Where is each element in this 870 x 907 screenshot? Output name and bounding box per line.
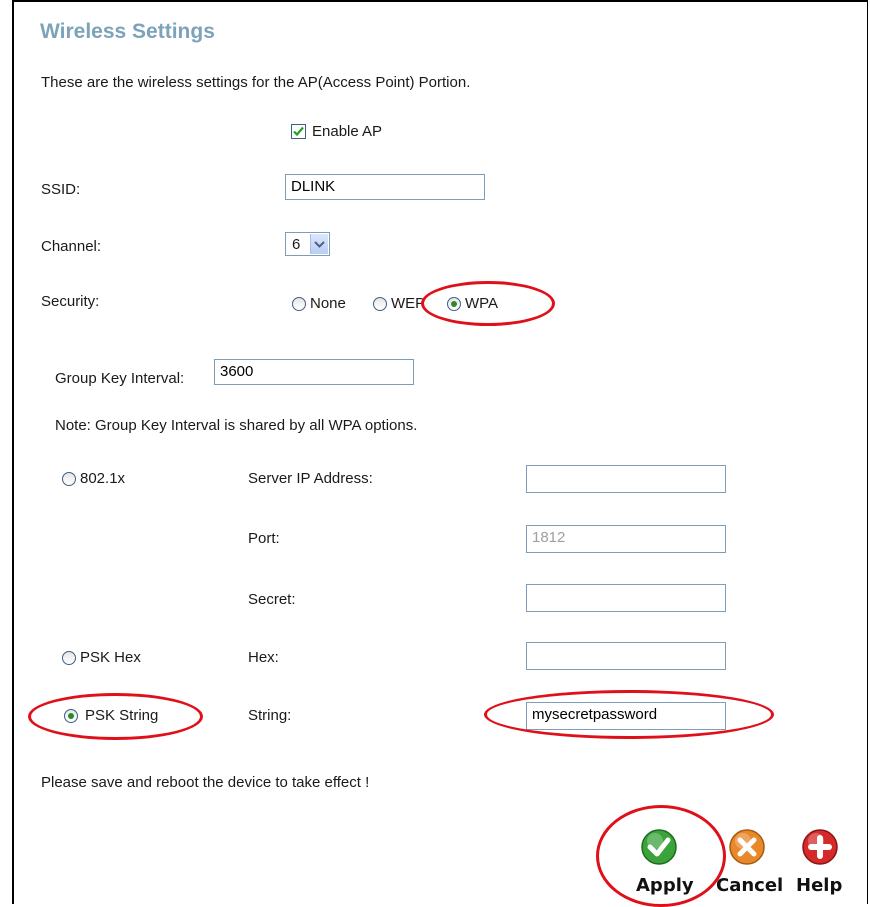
wpa-note: Note: Group Key Interval is shared by al… (55, 417, 418, 434)
mode-psk-string-label: PSK String (85, 707, 159, 724)
page-title: Wireless Settings (40, 20, 215, 43)
cancel-label: Cancel (716, 875, 784, 896)
security-wep-label: WEP (391, 295, 426, 312)
ssid-input[interactable]: DLINK (285, 174, 485, 200)
mode-psk-hex-label: PSK Hex (80, 649, 141, 666)
security-none-label: None (310, 295, 346, 312)
mode-8021x-label: 802.1x (80, 470, 126, 487)
mode-psk-hex-radio[interactable] (62, 651, 76, 665)
string-input[interactable]: mysecretpassword (526, 702, 726, 730)
group-key-label: Group Key Interval: (55, 370, 185, 387)
channel-value: 6 (292, 236, 301, 253)
footer-note: Please save and reboot the device to tak… (41, 774, 370, 791)
chevron-down-icon[interactable] (310, 234, 328, 254)
apply-label: Apply (636, 875, 694, 896)
page-description: These are the wireless settings for the … (41, 74, 471, 91)
channel-label: Channel: (41, 238, 102, 255)
check-circle-icon (641, 829, 677, 865)
server-ip-input[interactable] (526, 465, 726, 493)
help-button[interactable]: Help (796, 820, 846, 900)
ssid-label: SSID: (41, 181, 81, 198)
port-label: Port: (248, 530, 280, 547)
mode-psk-string-radio[interactable] (64, 709, 78, 723)
enable-ap-checkbox[interactable] (291, 124, 306, 139)
help-label: Help (796, 875, 843, 896)
group-key-input[interactable]: 3600 (214, 359, 414, 385)
hex-input[interactable] (526, 642, 726, 670)
secret-label: Secret: (248, 591, 296, 608)
channel-select[interactable]: 6 (285, 232, 330, 256)
secret-input[interactable] (526, 584, 726, 612)
security-wpa-radio[interactable] (447, 297, 461, 311)
security-none-radio[interactable] (292, 297, 306, 311)
settings-panel (12, 0, 868, 904)
security-label: Security: (41, 293, 100, 310)
help-cross-icon (802, 829, 838, 865)
security-wep-radio[interactable] (373, 297, 387, 311)
security-wpa-label: WPA (465, 295, 499, 312)
checkmark-icon (293, 126, 304, 137)
string-label: String: (248, 707, 292, 724)
hex-label: Hex: (248, 649, 279, 666)
port-input[interactable]: 1812 (526, 525, 726, 553)
close-circle-icon (729, 829, 765, 865)
enable-ap-label: Enable AP (312, 123, 383, 140)
cancel-button[interactable]: Cancel (716, 820, 786, 900)
server-ip-label: Server IP Address: (248, 470, 373, 487)
mode-8021x-radio[interactable] (62, 472, 76, 486)
apply-button[interactable]: Apply (632, 820, 694, 900)
